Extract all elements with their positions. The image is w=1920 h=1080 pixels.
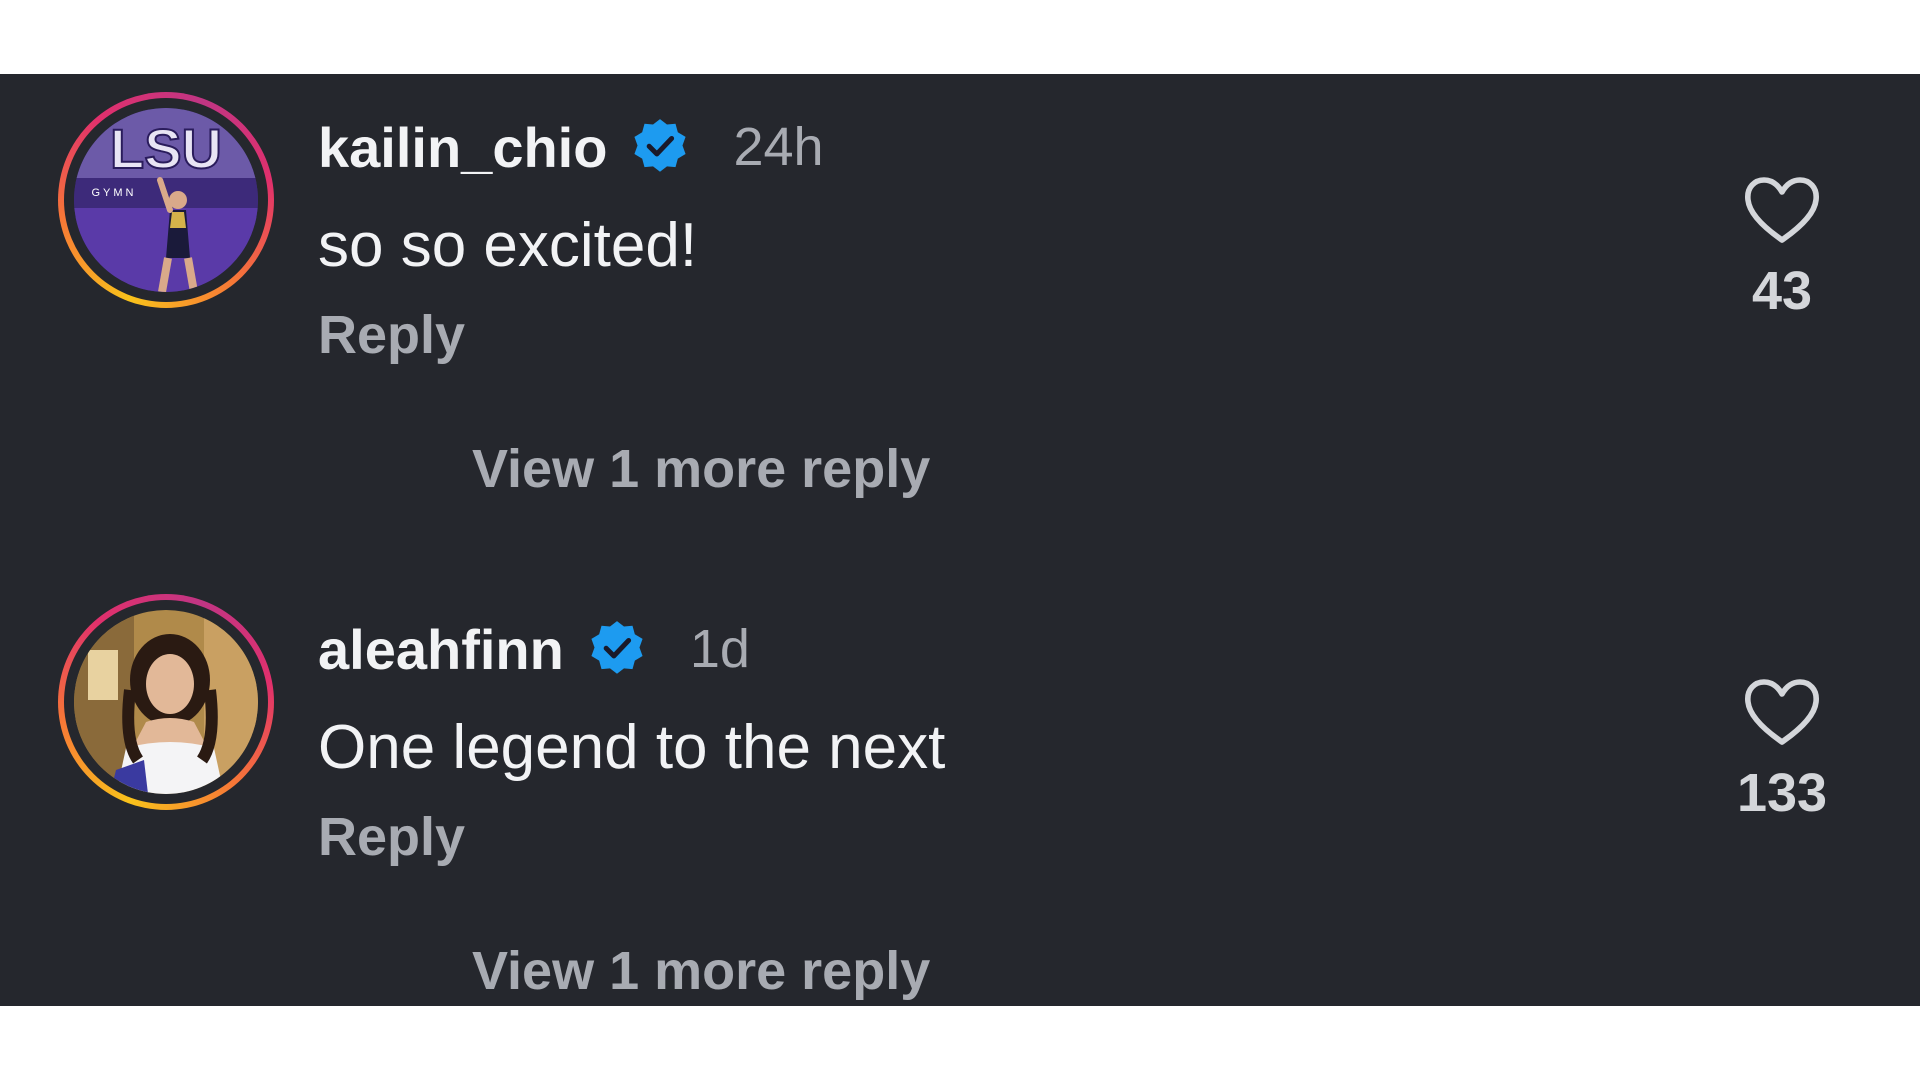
comment-timestamp: 1d <box>689 619 750 679</box>
avatar-logo-text: LSU <box>110 117 222 180</box>
comment-text: so so excited! <box>318 211 698 280</box>
reply-button[interactable]: Reply <box>318 304 465 366</box>
username[interactable]: kailin_chio <box>318 115 607 180</box>
view-more-replies-button[interactable]: View 1 more reply <box>472 438 930 500</box>
username[interactable]: aleahfinn <box>318 617 564 682</box>
verified-badge-icon <box>586 618 648 680</box>
like-section: 43 <box>1712 174 1852 322</box>
heart-outline-icon[interactable] <box>1742 676 1822 748</box>
heart-outline-icon[interactable] <box>1742 174 1822 246</box>
avatar: LSU GYMN <box>74 108 258 292</box>
like-section: 133 <box>1712 676 1852 824</box>
verified-badge-icon <box>629 116 691 178</box>
avatar-story-ring[interactable]: LSU GYMN <box>58 92 274 308</box>
view-more-replies-button[interactable]: View 1 more reply <box>472 940 930 1002</box>
like-count: 43 <box>1751 261 1813 321</box>
comment-text: One legend to the next <box>318 713 946 782</box>
avatar-image <box>74 610 258 794</box>
avatar <box>74 610 258 794</box>
avatar-story-ring[interactable] <box>58 594 274 810</box>
reply-button[interactable]: Reply <box>318 806 465 868</box>
svg-text:GYMN: GYMN <box>92 187 137 199</box>
comment-timestamp: 24h <box>733 117 824 177</box>
comment-header: kailin_chio 24h <box>318 112 824 182</box>
like-count: 133 <box>1736 763 1828 823</box>
avatar-image: LSU GYMN <box>74 108 258 292</box>
comment-header: aleahfinn 1d <box>318 614 750 684</box>
comments-panel: LSU GYMN kailin_chio 24h so so excited! … <box>0 74 1920 1006</box>
